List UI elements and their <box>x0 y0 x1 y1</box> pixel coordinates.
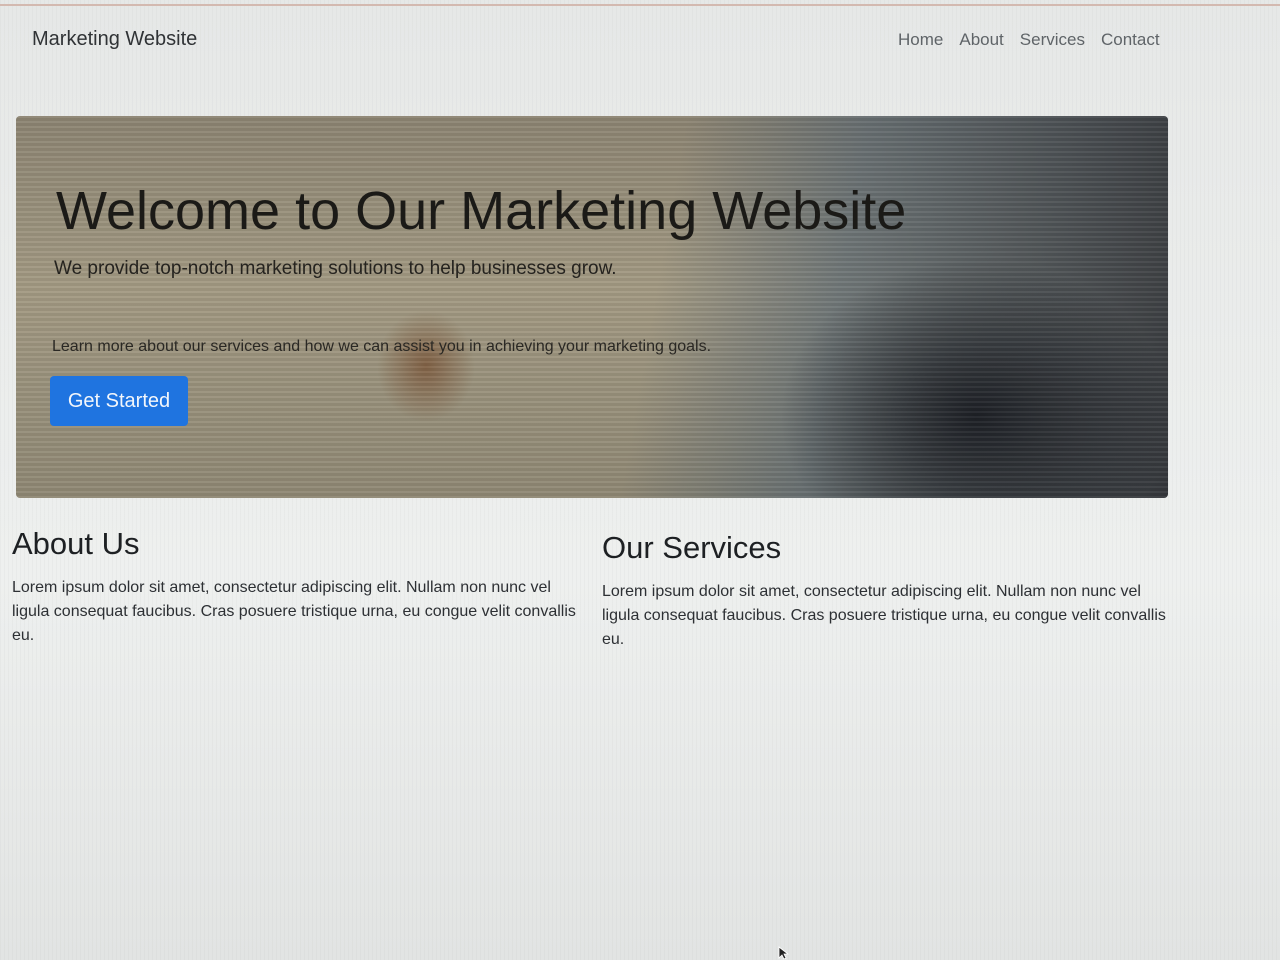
about-heading: About Us <box>12 526 140 561</box>
nav-links: Home About Services Contact <box>898 30 1160 50</box>
mouse-pointer-icon <box>778 946 790 960</box>
services-heading: Our Services <box>602 530 782 565</box>
about-body: Lorem ipsum dolor sit amet, consectetur … <box>12 579 576 644</box>
nav-link-home[interactable]: Home <box>898 30 943 50</box>
hero-subtitle: We provide top-notch marketing solutions… <box>54 258 617 279</box>
services-section: Our Services Lorem ipsum dolor sit amet,… <box>602 530 1172 652</box>
hero-banner: Welcome to Our Marketing Website We prov… <box>16 116 1168 498</box>
services-body: Lorem ipsum dolor sit amet, consectetur … <box>602 583 1166 648</box>
about-section: About Us Lorem ipsum dolor sit amet, con… <box>12 526 582 648</box>
hero-title: Welcome to Our Marketing Website <box>56 181 907 241</box>
browser-viewport: Marketing Website Home About Services Co… <box>0 0 1280 960</box>
nav-link-services[interactable]: Services <box>1020 30 1085 50</box>
nav-link-about[interactable]: About <box>959 30 1003 50</box>
hero-description: Learn more about our services and how we… <box>52 338 712 355</box>
navbar: Marketing Website Home About Services Co… <box>0 18 1200 64</box>
get-started-button[interactable]: Get Started <box>50 376 188 426</box>
top-divider <box>0 4 1280 6</box>
brand-link[interactable]: Marketing Website <box>32 28 197 51</box>
nav-link-contact[interactable]: Contact <box>1101 30 1160 50</box>
